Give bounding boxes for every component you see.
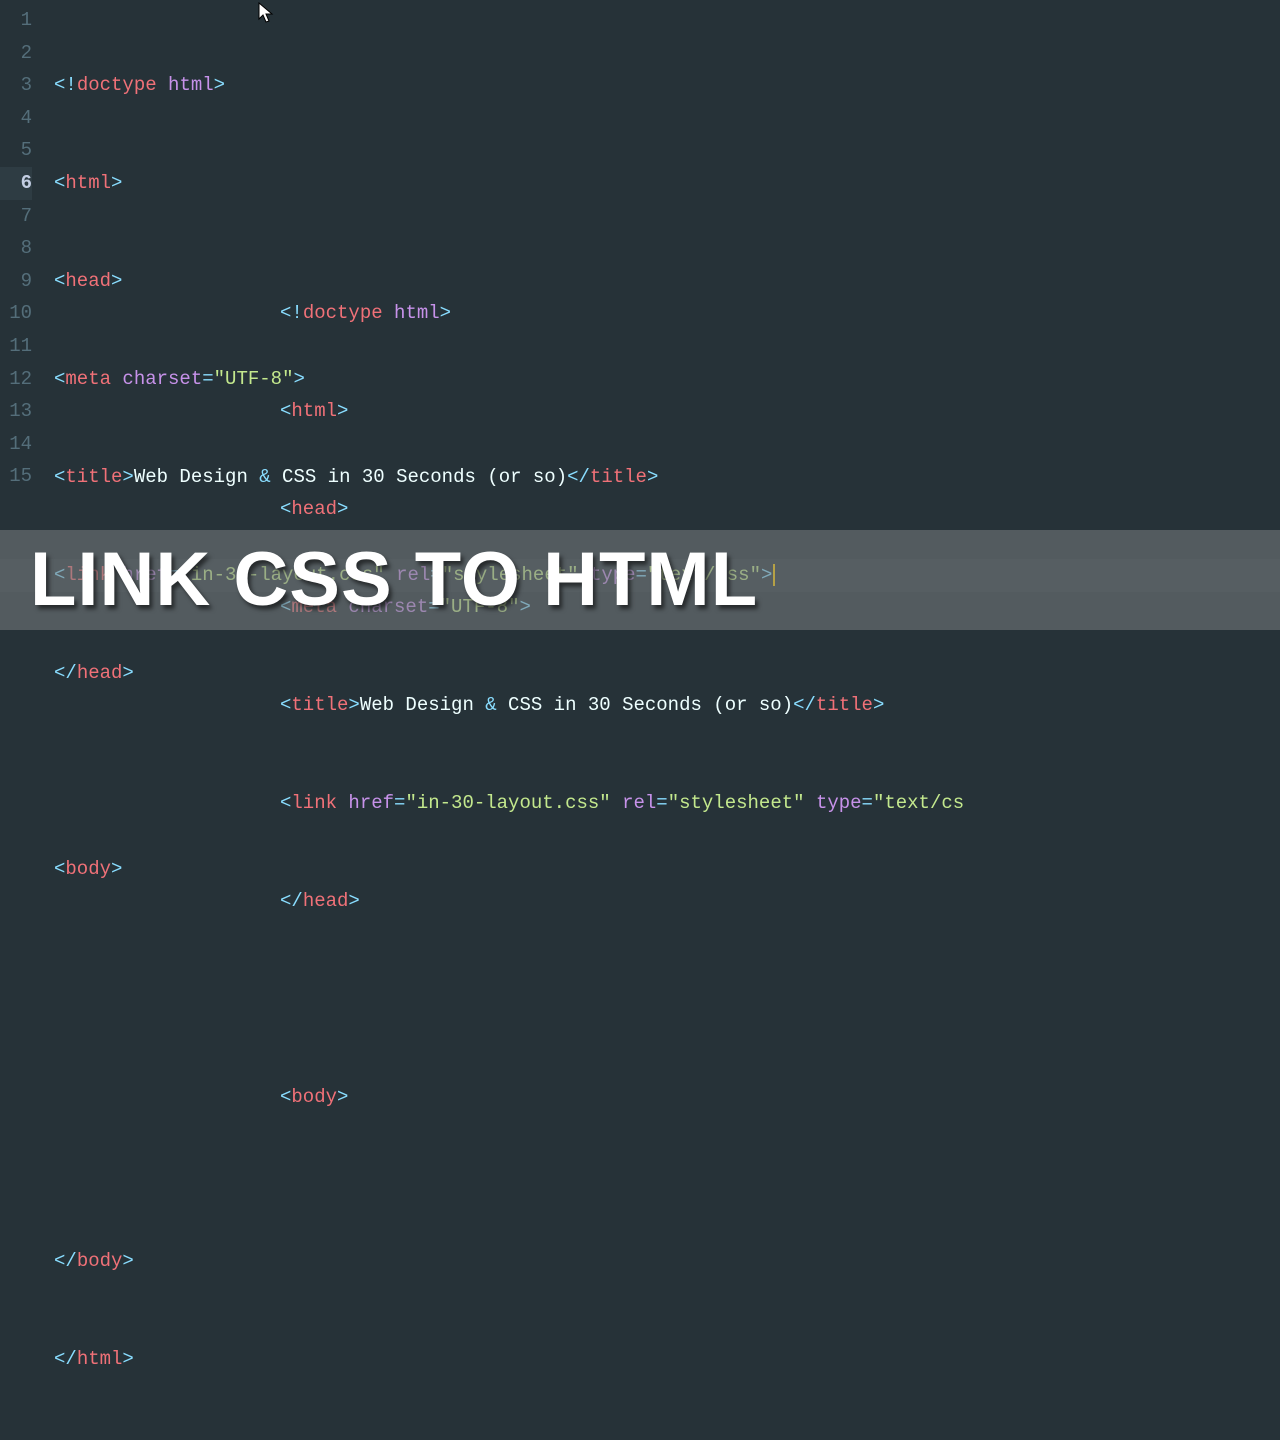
punct: < — [54, 858, 65, 880]
tag-name: body — [65, 858, 111, 880]
title-banner: LINK CSS TO HTML — [0, 530, 1280, 630]
tag-name: head — [77, 662, 123, 684]
line-number: 10 — [0, 297, 32, 330]
line-number: 13 — [0, 395, 32, 428]
text: Web Design — [134, 466, 259, 488]
punct: > — [122, 466, 133, 488]
punct: </ — [54, 662, 77, 684]
punct: < — [54, 172, 65, 194]
line-number-current: 6 — [0, 167, 32, 200]
line-number: 2 — [0, 37, 32, 70]
attr-name: charset — [122, 368, 202, 390]
punct: > — [111, 858, 122, 880]
punct: </ — [54, 1250, 77, 1272]
code-line[interactable]: <!doctype html> — [54, 69, 1280, 102]
punct: < — [54, 368, 65, 390]
punct: > — [122, 662, 133, 684]
punct: > — [122, 1348, 133, 1370]
code-line[interactable]: <html> — [54, 167, 1280, 200]
overlay-code-snippet: <!doctype html> <html> <head> <meta char… — [280, 232, 964, 1440]
line-number: 5 — [0, 134, 32, 167]
punct: > — [122, 1250, 133, 1272]
punct: <! — [54, 74, 77, 96]
tag-name: head — [65, 270, 111, 292]
line-number: 4 — [0, 102, 32, 135]
line-number: 3 — [0, 69, 32, 102]
op: = — [202, 368, 213, 390]
line-number: 15 — [0, 460, 32, 493]
punct: > — [111, 172, 122, 194]
line-number: 14 — [0, 428, 32, 461]
punct: < — [54, 270, 65, 292]
punct: > — [111, 270, 122, 292]
mouse-pointer-icon — [258, 2, 274, 24]
punct: </ — [54, 1348, 77, 1370]
punct: > — [214, 74, 225, 96]
tag-name: html — [65, 172, 111, 194]
line-number: 11 — [0, 330, 32, 363]
punct: < — [54, 466, 65, 488]
banner-title: LINK CSS TO HTML — [30, 515, 758, 646]
attr: html — [168, 74, 214, 96]
line-number: 1 — [0, 4, 32, 37]
line-number: 9 — [0, 265, 32, 298]
tag-name: html — [77, 1348, 123, 1370]
line-number: 12 — [0, 363, 32, 396]
tag-name: title — [65, 466, 122, 488]
tag-name: meta — [65, 368, 111, 390]
tag-name: body — [77, 1250, 123, 1272]
line-number: 7 — [0, 200, 32, 233]
tag-name: doctype — [77, 74, 157, 96]
entity: & — [259, 466, 270, 488]
line-number: 8 — [0, 232, 32, 265]
